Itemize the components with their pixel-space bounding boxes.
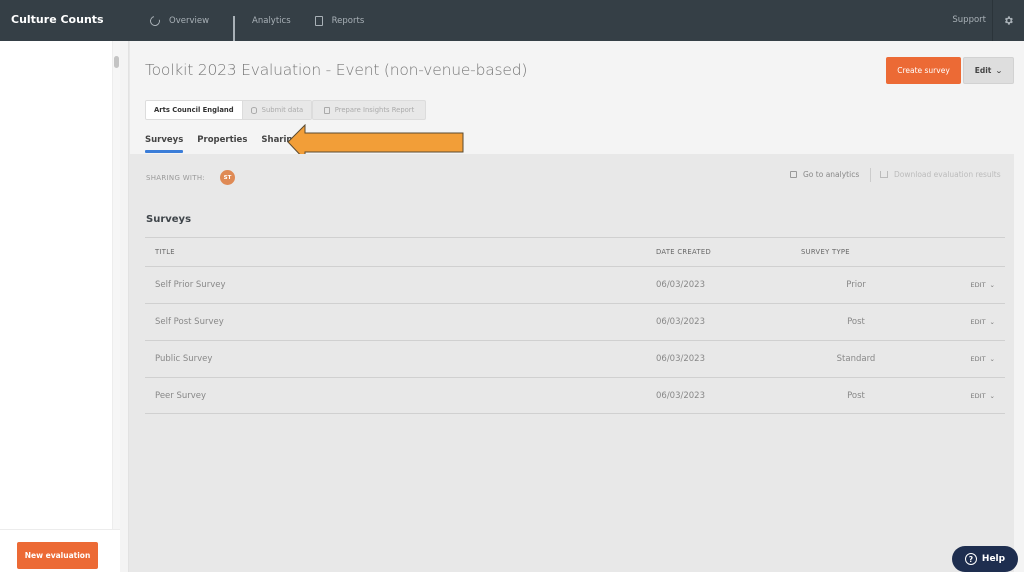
chevron-down-icon: ⌄ (989, 391, 995, 400)
edit-label: EDIT (970, 318, 986, 326)
surveys-table: TITLE DATE CREATED SURVEY TYPE Self Prio… (145, 237, 1005, 414)
chevron-down-icon: ⌄ (995, 66, 1004, 75)
actions-divider (870, 168, 871, 182)
evaluation-status-pills: Arts Council England Submit data (145, 100, 313, 120)
edit-dropdown-button[interactable]: Edit ⌄ (963, 57, 1014, 84)
page-title: Toolkit 2023 Evaluation - Event (non-ven… (145, 61, 528, 79)
sidebar-divider (120, 41, 129, 572)
analytics-icon (233, 15, 243, 42)
table-row[interactable]: Peer Survey 06/03/2023 Post EDIT ⌄ (145, 377, 1005, 414)
external-link-icon (790, 171, 797, 178)
organisation-pill[interactable]: Arts Council England (146, 101, 242, 119)
tab-properties[interactable]: Properties (197, 135, 247, 151)
question-icon: ? (964, 553, 977, 565)
prepare-insights-report-button: Prepare Insights Report (312, 100, 426, 120)
row-edit-dropdown[interactable]: EDIT ⌄ (911, 355, 1005, 363)
edit-button-label: Edit (974, 66, 992, 75)
column-header-type: SURVEY TYPE (801, 248, 850, 256)
topbar-divider (992, 0, 993, 41)
brand-logo[interactable]: Culture Counts (11, 13, 104, 26)
table-row[interactable]: Self Post Survey 06/03/2023 Post EDIT ⌄ (145, 303, 1005, 340)
help-label: Help (981, 554, 1006, 564)
table-row[interactable]: Public Survey 06/03/2023 Standard EDIT ⌄ (145, 340, 1005, 377)
evaluations-sidebar (0, 41, 112, 529)
survey-type: Standard (836, 354, 876, 364)
content-scroll-gutter (1014, 154, 1024, 572)
nav-reports[interactable]: Reports (314, 15, 365, 26)
edit-label: EDIT (970, 391, 986, 400)
survey-date: 06/03/2023 (656, 317, 705, 327)
row-edit-dropdown[interactable]: EDIT ⌄ (911, 281, 1005, 289)
avatar[interactable]: ST (220, 170, 235, 185)
main-nav: Overview Analytics Reports (148, 0, 388, 42)
sidebar-scrollbar-thumb[interactable] (114, 56, 119, 68)
nav-analytics-label: Analytics (252, 15, 291, 26)
survey-date: 06/03/2023 (656, 280, 705, 290)
report-icon (323, 106, 330, 114)
create-survey-button[interactable]: Create survey (886, 57, 961, 84)
table-header: TITLE DATE CREATED SURVEY TYPE (145, 237, 1005, 266)
nav-analytics[interactable]: Analytics (233, 15, 291, 42)
download-results-label: Download evaluation results (894, 170, 1001, 179)
survey-title[interactable]: Self Post Survey (145, 317, 656, 327)
survey-date: 06/03/2023 (656, 354, 705, 364)
submit-data-button: Submit data (241, 101, 312, 119)
survey-type: Post (847, 390, 865, 401)
go-to-analytics-label: Go to analytics (803, 170, 860, 179)
survey-type: Prior (846, 280, 866, 290)
survey-type: Post (847, 317, 865, 327)
submit-data-label: Submit data (261, 106, 304, 114)
chevron-down-icon: ⌄ (989, 318, 995, 326)
survey-title[interactable]: Self Prior Survey (145, 280, 656, 290)
gear-icon[interactable] (1003, 15, 1014, 26)
go-to-analytics-link[interactable]: Go to analytics (790, 170, 859, 179)
database-icon (250, 106, 257, 114)
help-button[interactable]: ? Help (952, 546, 1018, 572)
survey-title[interactable]: Public Survey (145, 354, 656, 364)
chevron-down-icon: ⌄ (989, 281, 995, 289)
overview-icon (148, 13, 162, 28)
download-results-link: Download evaluation results (880, 170, 1001, 179)
edit-label: EDIT (970, 281, 986, 289)
survey-date: 06/03/2023 (656, 390, 705, 401)
chevron-down-icon: ⌄ (989, 355, 995, 363)
sidebar-scrollbar-track[interactable] (112, 41, 120, 529)
table-row[interactable]: Self Prior Survey 06/03/2023 Prior EDIT ⌄ (145, 266, 1005, 303)
tab-surveys[interactable]: Surveys (145, 135, 184, 153)
row-edit-dropdown[interactable]: EDIT ⌄ (911, 392, 1005, 400)
support-link[interactable]: Support (952, 15, 986, 25)
nav-overview-label: Overview (169, 15, 210, 26)
survey-title[interactable]: Peer Survey (145, 391, 656, 401)
edit-label: EDIT (970, 355, 986, 363)
nav-overview[interactable]: Overview (148, 13, 210, 28)
surveys-section-title: Surveys (146, 214, 192, 225)
column-header-date: DATE CREATED (656, 248, 712, 256)
new-evaluation-button[interactable]: New evaluation (17, 542, 98, 569)
reports-icon (314, 15, 323, 26)
prepare-insights-label: Prepare Insights Report (334, 106, 415, 114)
row-edit-dropdown[interactable]: EDIT ⌄ (911, 318, 1005, 326)
column-header-title: TITLE (155, 248, 175, 256)
sharing-with-label: SHARING WITH: (146, 174, 206, 182)
top-navigation-bar: Culture Counts Overview Analytics Report… (0, 0, 1024, 42)
download-icon (880, 171, 888, 178)
nav-reports-label: Reports (331, 15, 365, 26)
